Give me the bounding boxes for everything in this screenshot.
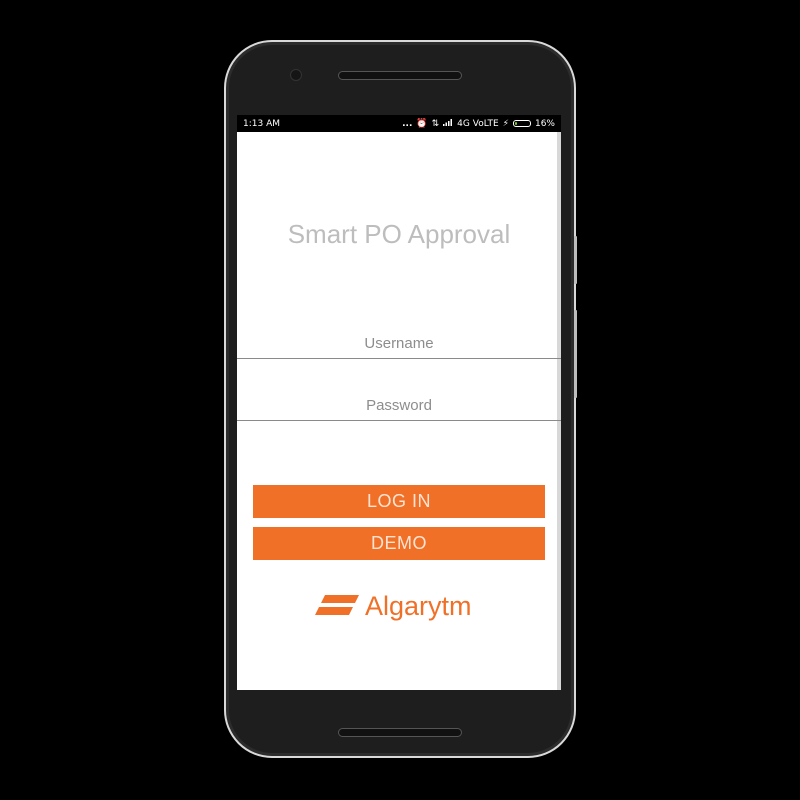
top-speaker [338,71,462,80]
status-time: 1:13 AM [243,118,280,129]
algarytm-logo: Algarytm [315,589,472,623]
username-field[interactable] [237,328,561,359]
charging-bolt-icon: ⚡ [502,118,509,129]
battery-percent: 16% [534,118,555,129]
battery-fill [514,122,517,125]
notification-dots: ... [402,118,413,129]
network-label: 4G VoLTE [457,118,499,129]
front-camera [290,69,302,81]
signal-icon [443,118,453,129]
alarm-icon: ⏰ [416,118,428,129]
password-field[interactable] [237,390,561,421]
login-button[interactable]: LOG IN [253,485,545,518]
screen: 1:13 AM ... ⏰ ⇅ 4G VoLTE ⚡ 16% Smart PO … [237,115,561,690]
volume-button [574,310,577,398]
data-arrows-icon: ⇅ [431,118,440,129]
demo-button[interactable]: DEMO [253,527,545,560]
app-title: Smart PO Approval [287,219,511,249]
logo-text: Algarytm [365,590,472,621]
battery-icon [512,120,531,127]
power-button [574,236,577,284]
status-bar: 1:13 AM ... ⏰ ⇅ 4G VoLTE ⚡ 16% [237,115,561,132]
bottom-speaker [338,728,462,737]
algarytm-logo-mark [315,595,359,615]
status-icons: ... ⏰ ⇅ 4G VoLTE ⚡ 16% [402,118,555,129]
